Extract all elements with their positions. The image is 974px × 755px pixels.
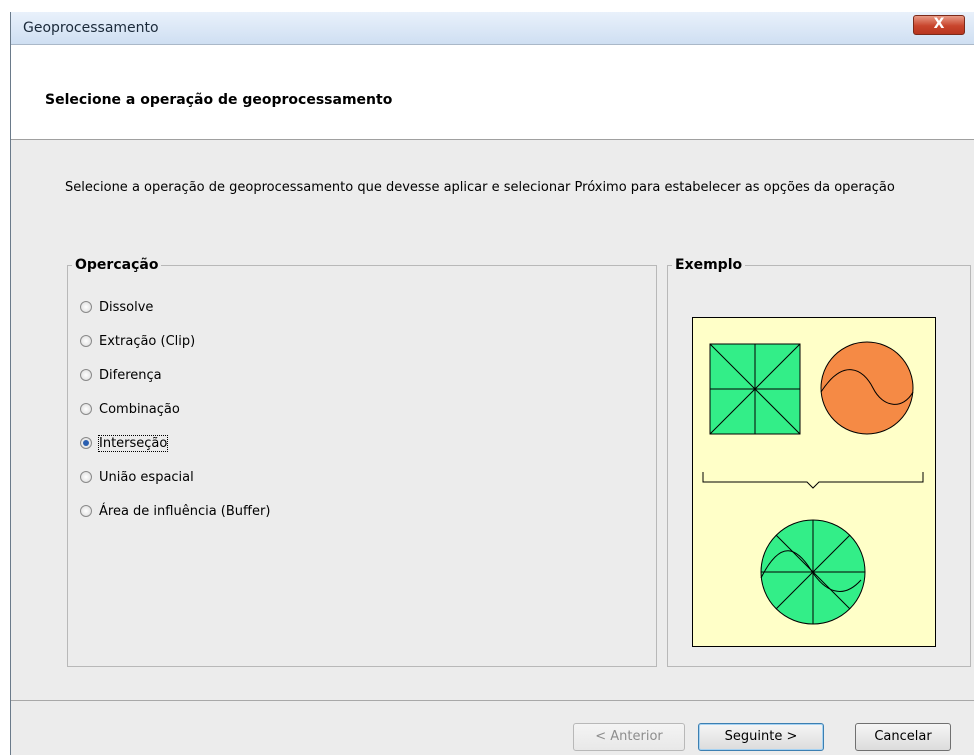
close-icon: X — [933, 16, 945, 32]
dialog-window: Geoprocessamento X Selecione a operação … — [10, 12, 974, 755]
radio-option-difference[interactable]: Diferença — [80, 365, 162, 385]
instructions-text: Selecione a operação de geoprocessamento… — [65, 180, 895, 195]
radio-option-spatial-join[interactable]: União espacial — [80, 467, 194, 487]
intersection-example-image — [702, 341, 924, 625]
radio-button[interactable] — [80, 369, 92, 381]
previous-button[interactable]: < Anterior — [573, 723, 685, 751]
title-bar[interactable]: Geoprocessamento X — [11, 12, 974, 45]
footer-divider — [11, 700, 974, 701]
radio-option-clip[interactable]: Extração (Clip) — [80, 331, 195, 351]
example-group-legend: Exemplo — [675, 257, 743, 273]
wizard-header: Selecione a operação de geoprocessamento — [11, 45, 974, 140]
operation-group: Opercação Dissolve Extração (Clip) Difer… — [67, 257, 657, 667]
brace-shape — [702, 472, 924, 489]
example-group: Exemplo — [667, 257, 971, 667]
close-button[interactable]: X — [913, 15, 965, 35]
radio-label: Dissolve — [99, 299, 154, 315]
radio-option-combination[interactable]: Combinação — [80, 399, 180, 419]
radio-option-dissolve[interactable]: Dissolve — [80, 297, 153, 317]
radio-label: Diferença — [99, 367, 162, 383]
radio-label: Extração (Clip) — [99, 333, 196, 349]
radio-button[interactable] — [80, 403, 92, 415]
radio-label: Interseção — [97, 434, 169, 452]
circle-shape — [820, 341, 914, 435]
radio-button[interactable] — [80, 471, 92, 483]
page-title: Selecione a operação de geoprocessamento — [45, 92, 393, 108]
operation-group-legend: Opercação — [75, 257, 159, 273]
result-shape — [760, 519, 866, 625]
radio-label: Combinação — [99, 401, 180, 417]
radio-button-selected[interactable] — [80, 437, 92, 449]
radio-option-buffer[interactable]: Área de influência (Buffer) — [80, 501, 270, 521]
radio-button[interactable] — [80, 335, 92, 347]
window-title: Geoprocessamento — [23, 20, 159, 36]
radio-button[interactable] — [80, 301, 92, 313]
radio-option-intersection[interactable]: Interseção — [80, 433, 169, 453]
radio-button[interactable] — [80, 505, 92, 517]
cancel-button[interactable]: Cancelar — [855, 723, 951, 751]
radio-label: Área de influência (Buffer) — [99, 503, 271, 519]
example-illustration — [692, 317, 936, 647]
square-shape — [709, 343, 801, 435]
next-button[interactable]: Seguinte > — [698, 723, 824, 751]
radio-label: União espacial — [99, 469, 194, 485]
wizard-body: Selecione a operação de geoprocessamento… — [11, 140, 974, 755]
